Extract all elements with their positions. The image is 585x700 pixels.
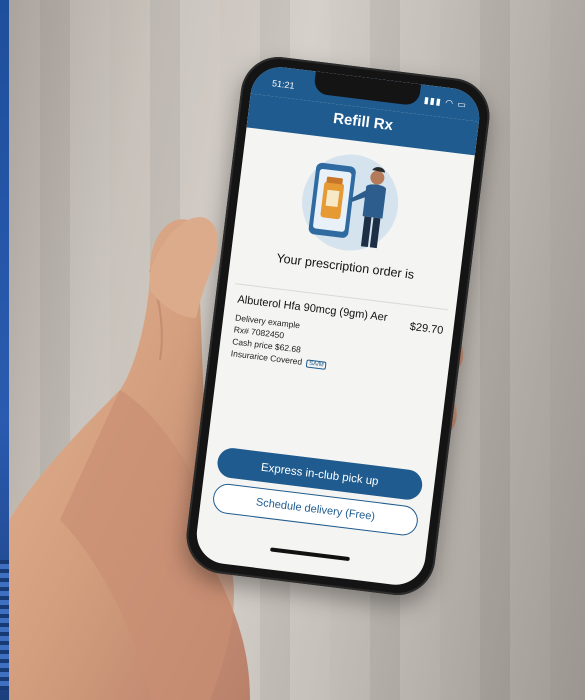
signal-wifi-battery-icon: ▮▮▮ ◠ ▭ (423, 94, 468, 111)
medication-price: $29.70 (409, 320, 444, 337)
insurance-badge: SA/M (305, 359, 328, 370)
photo-scene: 51:21 ▮▮▮ ◠ ▭ Refill Rx Your prescriptio… (0, 0, 585, 700)
phone-screen: 51:21 ▮▮▮ ◠ ▭ Refill Rx Your prescriptio… (193, 63, 483, 589)
page-title: Refill Rx (332, 109, 394, 135)
status-time: 51:21 (271, 78, 296, 91)
home-indicator (270, 547, 350, 562)
pharmacist-illustration-icon (302, 154, 399, 251)
